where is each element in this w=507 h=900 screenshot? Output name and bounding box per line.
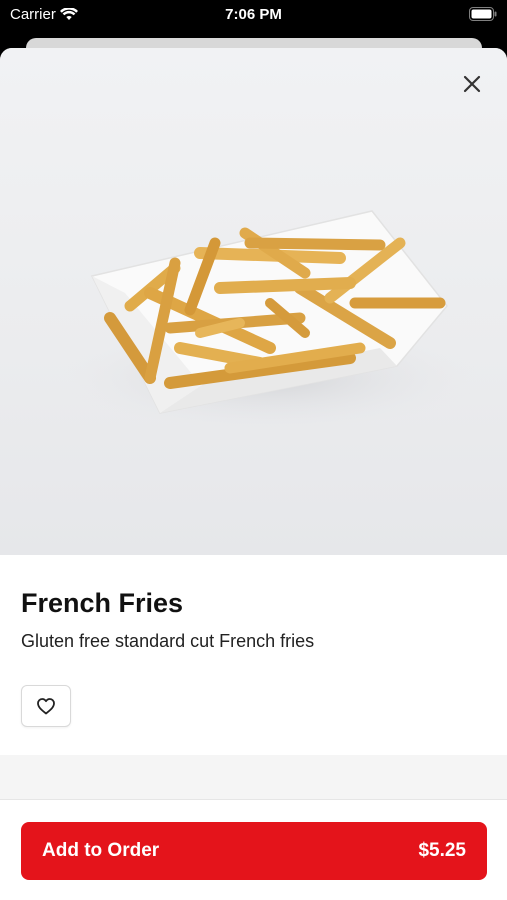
item-description: Gluten free standard cut French fries	[21, 631, 315, 651]
item-price: $5.25	[418, 840, 466, 861]
add-to-order-label: Add to Order	[42, 840, 160, 861]
close-button[interactable]	[456, 68, 488, 100]
add-to-order-button[interactable]: Add to Order $5.25	[21, 822, 487, 880]
item-name: French Fries	[21, 588, 184, 618]
heart-outline-icon	[37, 698, 55, 715]
item-detail-sheet: French Fries Gluten free standard cut Fr…	[0, 48, 507, 900]
close-icon	[463, 75, 481, 93]
favorite-button[interactable]	[21, 685, 71, 727]
status-bar: Carrier 7:06 PM	[0, 0, 507, 30]
french-fries-illustration	[60, 210, 480, 433]
clock: 7:06 PM	[225, 6, 282, 23]
battery-icon	[469, 7, 497, 25]
footer-divider	[0, 799, 507, 800]
item-image	[0, 48, 507, 555]
section-separator	[0, 755, 507, 799]
